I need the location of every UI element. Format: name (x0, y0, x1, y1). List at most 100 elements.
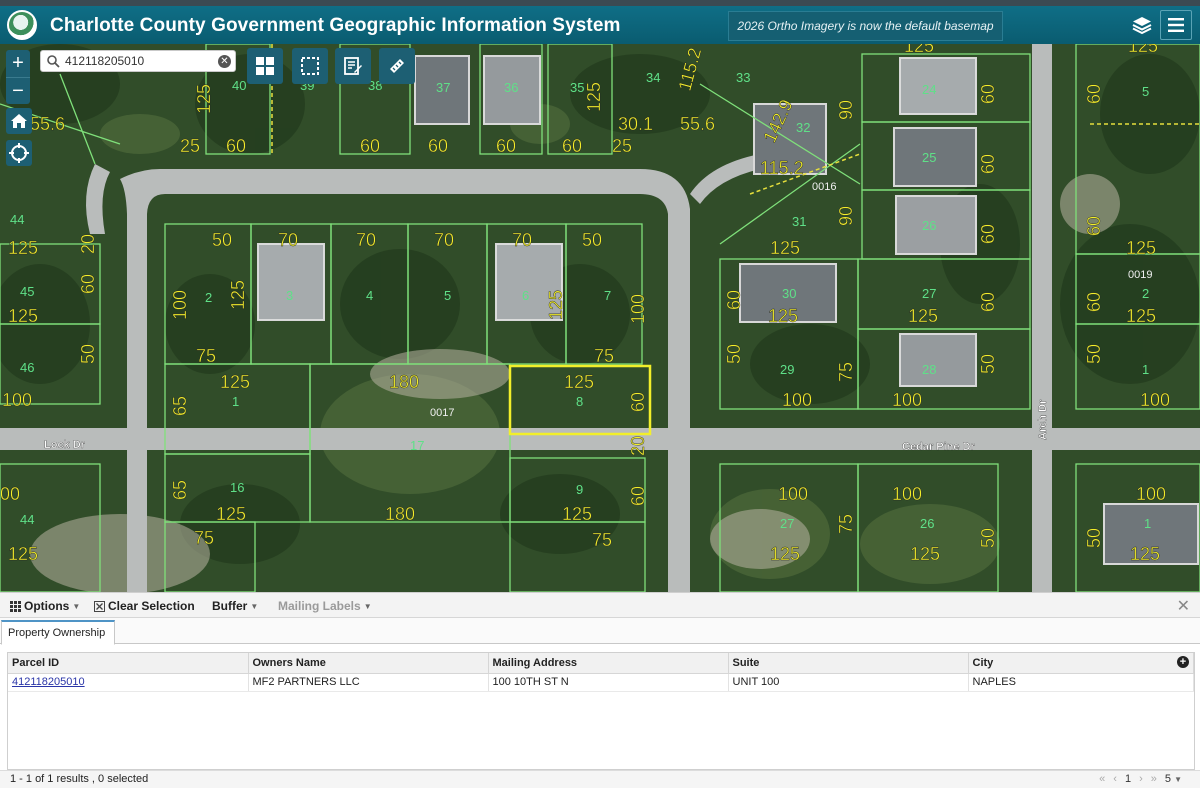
column-suite[interactable]: Suite (728, 653, 969, 674)
svg-text:20: 20 (628, 436, 648, 456)
next-page-icon[interactable]: › (1139, 773, 1143, 785)
prev-page-icon[interactable]: ‹ (1113, 773, 1117, 785)
svg-text:60: 60 (78, 274, 98, 294)
svg-text:50: 50 (78, 344, 98, 364)
chevron-down-icon: ▼ (72, 601, 81, 611)
aerial-basemap[interactable]: 25 60 60 60 60 60 2550 70 70 70 70 5075 75 125 18… (0, 44, 1200, 592)
svg-text:125: 125 (1130, 544, 1160, 564)
svg-text:37: 37 (436, 80, 450, 95)
zoom-in-button[interactable]: + (6, 50, 30, 77)
edit-tool-button[interactable] (335, 48, 371, 84)
page-size-value: 5 (1164, 773, 1172, 785)
panel-toolbar: Options ▼ Clear Selection Buffer ▼ Maili… (0, 592, 1200, 618)
svg-text:100: 100 (778, 484, 808, 504)
svg-text:125: 125 (584, 82, 604, 112)
home-button[interactable] (6, 108, 32, 134)
svg-text:180: 180 (385, 504, 415, 524)
basemap-notice: 2026 Ortho Imagery is now the default ba… (728, 11, 1003, 41)
svg-text:27: 27 (780, 516, 794, 531)
close-panel-icon[interactable]: ✕ (1177, 596, 1190, 616)
svg-text:125: 125 (8, 544, 38, 564)
svg-text:24: 24 (922, 82, 936, 97)
svg-text:35: 35 (570, 80, 584, 95)
clear-selection-button[interactable]: Clear Selection (94, 599, 195, 613)
measure-tool-button[interactable] (379, 48, 415, 84)
svg-text:60: 60 (978, 84, 998, 104)
zoom-control: + − (6, 50, 30, 104)
svg-text:100: 100 (628, 294, 648, 324)
zoom-out-button[interactable]: − (6, 77, 30, 104)
svg-text:125: 125 (546, 290, 566, 320)
first-page-icon[interactable]: « (1099, 773, 1105, 785)
svg-text:27: 27 (922, 286, 936, 301)
mailing-labels-menu[interactable]: Mailing Labels ▼ (278, 599, 372, 613)
search-input[interactable] (65, 53, 215, 69)
grid-tool-button[interactable] (247, 48, 283, 84)
svg-text:0017: 0017 (430, 407, 454, 419)
svg-text:75: 75 (194, 528, 214, 548)
svg-text:50: 50 (1084, 528, 1104, 548)
svg-text:60: 60 (226, 136, 246, 156)
svg-text:65: 65 (170, 396, 190, 416)
column-parcel-id[interactable]: Parcel ID (8, 653, 249, 674)
svg-text:44: 44 (20, 512, 34, 527)
tab-property-ownership[interactable]: Property Ownership (1, 620, 115, 645)
buffer-menu[interactable]: Buffer ▼ (212, 599, 258, 613)
svg-text:8: 8 (576, 394, 583, 409)
map-view[interactable]: 25 60 60 60 60 60 25 50 70 70 70 70 50 75 75 125 18… (0, 44, 1200, 592)
svg-text:60: 60 (1084, 216, 1104, 236)
select-tool-button[interactable] (292, 48, 328, 84)
svg-text:46: 46 (20, 360, 34, 375)
svg-text:34: 34 (646, 70, 660, 85)
svg-text:125: 125 (768, 306, 798, 326)
clear-search-icon[interactable]: ✕ (218, 55, 231, 68)
add-column-icon[interactable]: + (1177, 656, 1189, 668)
svg-text:70: 70 (512, 230, 532, 250)
svg-text:50: 50 (978, 354, 998, 374)
locate-button[interactable] (6, 140, 32, 166)
results-table: Parcel ID Owners Name Mailing Address Su… (8, 653, 1194, 692)
page-number: 1 (1124, 773, 1132, 785)
svg-text:60: 60 (978, 224, 998, 244)
parcel-id-link[interactable]: 412118205010 (12, 676, 85, 688)
svg-text:29: 29 (780, 362, 794, 377)
svg-text:32: 32 (796, 120, 810, 135)
svg-text:90: 90 (836, 206, 856, 226)
chevron-down-icon: ▼ (363, 601, 372, 611)
svg-text:60: 60 (978, 292, 998, 312)
svg-text:75: 75 (196, 346, 216, 366)
svg-text:Cedar Pine Dr: Cedar Pine Dr (902, 441, 975, 453)
last-page-icon[interactable]: » (1151, 773, 1157, 785)
page-size-select[interactable]: 5 ▼ (1165, 773, 1182, 785)
svg-text:125: 125 (228, 280, 248, 310)
svg-text:17: 17 (410, 438, 424, 453)
column-city[interactable]: City + (968, 653, 1194, 674)
chevron-down-icon: ▼ (1174, 775, 1182, 784)
svg-text:70: 70 (434, 230, 454, 250)
search-icon (47, 55, 60, 68)
svg-text:60: 60 (1084, 84, 1104, 104)
column-mailing-address[interactable]: Mailing Address (488, 653, 729, 674)
locate-icon (9, 143, 29, 163)
svg-text:125: 125 (770, 544, 800, 564)
menu-button[interactable] (1160, 10, 1192, 40)
svg-text:30.1: 30.1 (618, 114, 653, 134)
column-owners-name[interactable]: Owners Name (248, 653, 489, 674)
table-row[interactable]: 412118205010 MF2 PARTNERS LLC 100 10TH S… (8, 673, 1194, 692)
grid-icon (256, 57, 274, 75)
svg-text:125: 125 (194, 84, 214, 114)
layers-button[interactable] (1126, 10, 1158, 40)
svg-text:75: 75 (836, 514, 856, 534)
svg-text:50: 50 (582, 230, 602, 250)
svg-text:125: 125 (564, 372, 594, 392)
svg-text:100: 100 (2, 390, 32, 410)
grid-dots-icon (10, 600, 21, 612)
county-logo[interactable] (7, 10, 37, 40)
svg-text:31: 31 (792, 214, 806, 229)
svg-text:25: 25 (180, 136, 200, 156)
cell-parcel-id: 412118205010 (8, 673, 249, 692)
options-menu[interactable]: Options ▼ (10, 599, 80, 613)
table-header-row: Parcel ID Owners Name Mailing Address Su… (8, 653, 1194, 674)
results-footer: 1 - 1 of 1 results , 0 selected « ‹ 1 › … (0, 770, 1200, 788)
svg-text:2: 2 (1142, 286, 1149, 301)
